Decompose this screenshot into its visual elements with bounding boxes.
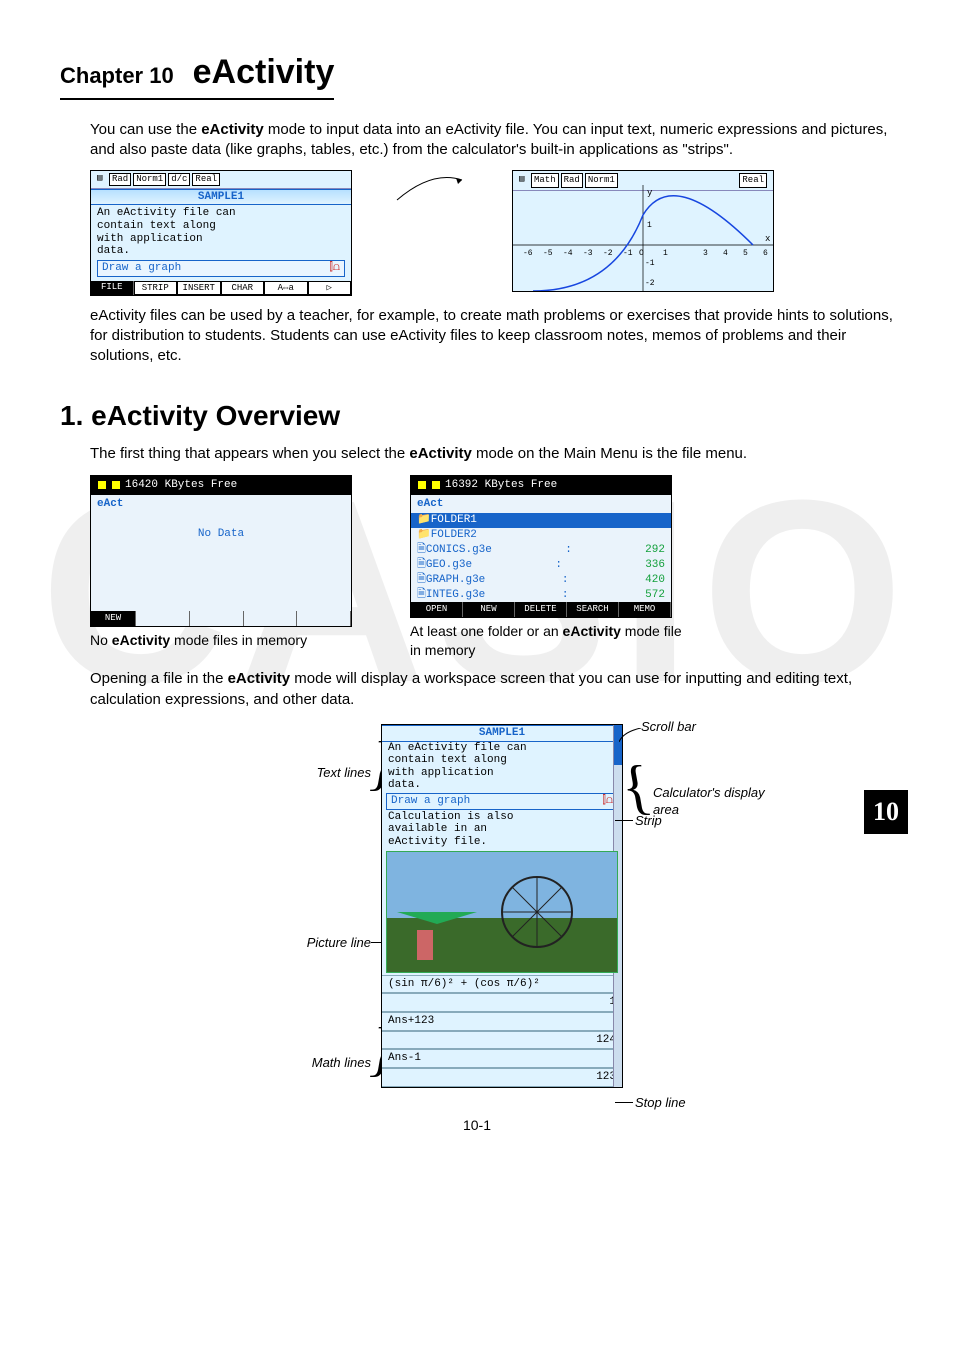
list-item: 🗎GEO.g3e:336 xyxy=(411,558,671,573)
math-line: Ans+123 xyxy=(382,1012,622,1031)
list-item: 🗎INTEG.g3e:572 xyxy=(411,588,671,603)
chapter-title: eActivity xyxy=(193,53,335,91)
folder-icon xyxy=(97,480,107,490)
math-line: 1 xyxy=(382,993,622,1012)
file-icon xyxy=(431,480,441,490)
empty-caption: No eActivity mode files in memory xyxy=(90,631,370,650)
label-math-lines: Math lines } xyxy=(312,1054,371,1072)
svg-text:1: 1 xyxy=(647,221,652,230)
section1-intro: The first thing that appears when you se… xyxy=(90,444,894,464)
svg-text:1: 1 xyxy=(663,249,668,258)
label-strip: Strip xyxy=(635,812,662,830)
no-data-text: No Data xyxy=(198,528,244,540)
list-item: 🗎GRAPH.g3e:420 xyxy=(411,573,671,588)
list-item: 🗎CONICS.g3e:292 xyxy=(411,543,671,558)
section-1-heading: 1. eActivity Overview xyxy=(60,397,894,435)
file-menu-empty: 16420 KBytes Free eAct No Data NEW xyxy=(90,475,352,627)
svg-text:-4: -4 xyxy=(563,249,573,258)
svg-text:4: 4 xyxy=(723,249,728,258)
workspace-screen: SAMPLE1 An eActivity file can contain te… xyxy=(381,724,623,1088)
calc-softmenu: FILE STRIP INSERT CHAR A⇔a ▷ xyxy=(91,281,351,295)
graph-screen: ▤ Math Rad Norm1 Real y x xyxy=(512,170,774,292)
stop-line: Ans-1 xyxy=(382,1049,622,1068)
file-icon xyxy=(111,480,121,490)
svg-text:-1: -1 xyxy=(645,259,655,268)
y-axis-label: y xyxy=(647,188,653,198)
svg-text:5: 5 xyxy=(743,249,748,258)
intro-paragraph: You can use the eActivity mode to input … xyxy=(90,120,894,161)
x-axis-label: x xyxy=(765,234,770,244)
label-scroll-bar: Scroll bar xyxy=(641,718,696,736)
graph-icon: ⫿⩍ xyxy=(329,262,340,275)
svg-text:-1: -1 xyxy=(623,249,633,258)
figure-row-filemenu: 16420 KBytes Free eAct No Data NEW No eA… xyxy=(90,475,894,660)
math-line: 123 xyxy=(382,1068,622,1087)
list-item: 📁FOLDER2 xyxy=(411,528,671,543)
strip-row: Draw a graph ⫿⩍ xyxy=(386,793,618,810)
folder-icon xyxy=(417,480,427,490)
eactivity-sample-screen: ▤ Rad Norm1 d/c Real SAMPLE1 An eActivit… xyxy=(90,170,352,296)
calc-title: SAMPLE1 xyxy=(91,189,351,206)
calc-strip: Draw a graph ⫿⩍ xyxy=(97,260,345,277)
svg-text:6: 6 xyxy=(763,249,768,258)
label-display-area: } Calculator's display area xyxy=(653,784,783,819)
svg-text:-2: -2 xyxy=(645,279,655,288)
file-menu-list: 16392 KBytes Free eAct 📁FOLDER1 📁FOLDER2… xyxy=(410,475,672,618)
figure-row-top: ▤ Rad Norm1 d/c Real SAMPLE1 An eActivit… xyxy=(90,170,894,296)
label-picture-line: Picture line xyxy=(307,934,371,952)
math-line: (sin π/6)² + (cos π/6)² xyxy=(382,975,622,994)
svg-text:-3: -3 xyxy=(583,249,593,258)
chapter-label: Chapter 10 xyxy=(60,63,174,88)
label-stop-line: Stop line xyxy=(635,1094,686,1112)
workspace-diagram: Text lines } Picture line Math lines } S… xyxy=(120,724,894,1088)
math-line: 124 xyxy=(382,1031,622,1050)
page-number: 10-1 xyxy=(60,1116,894,1135)
graph-icon: ⫿⩍ xyxy=(602,795,613,808)
paragraph-3: Opening a file in the eActivity mode wil… xyxy=(90,669,894,710)
svg-text:-2: -2 xyxy=(603,249,613,258)
calc-text: An eActivity file can contain text along… xyxy=(97,207,345,258)
chapter-heading: Chapter 10 eActivity xyxy=(60,50,334,100)
list-item: 📁FOLDER1 xyxy=(411,513,671,528)
svg-text:-6: -6 xyxy=(523,249,533,258)
svg-text:-5: -5 xyxy=(543,249,553,258)
picture-area xyxy=(386,851,618,973)
svg-text:3: 3 xyxy=(703,249,708,258)
label-text-lines: Text lines } xyxy=(317,764,371,782)
svg-text:O: O xyxy=(639,249,644,258)
calc-status-bar: ▤ Rad Norm1 d/c Real xyxy=(91,171,351,188)
arrow-icon xyxy=(392,170,472,210)
paragraph-2: eActivity files can be used by a teacher… xyxy=(90,306,894,367)
chapter-badge: 10 xyxy=(864,790,908,834)
list-caption: At least one folder or an eActivity mode… xyxy=(410,622,690,660)
